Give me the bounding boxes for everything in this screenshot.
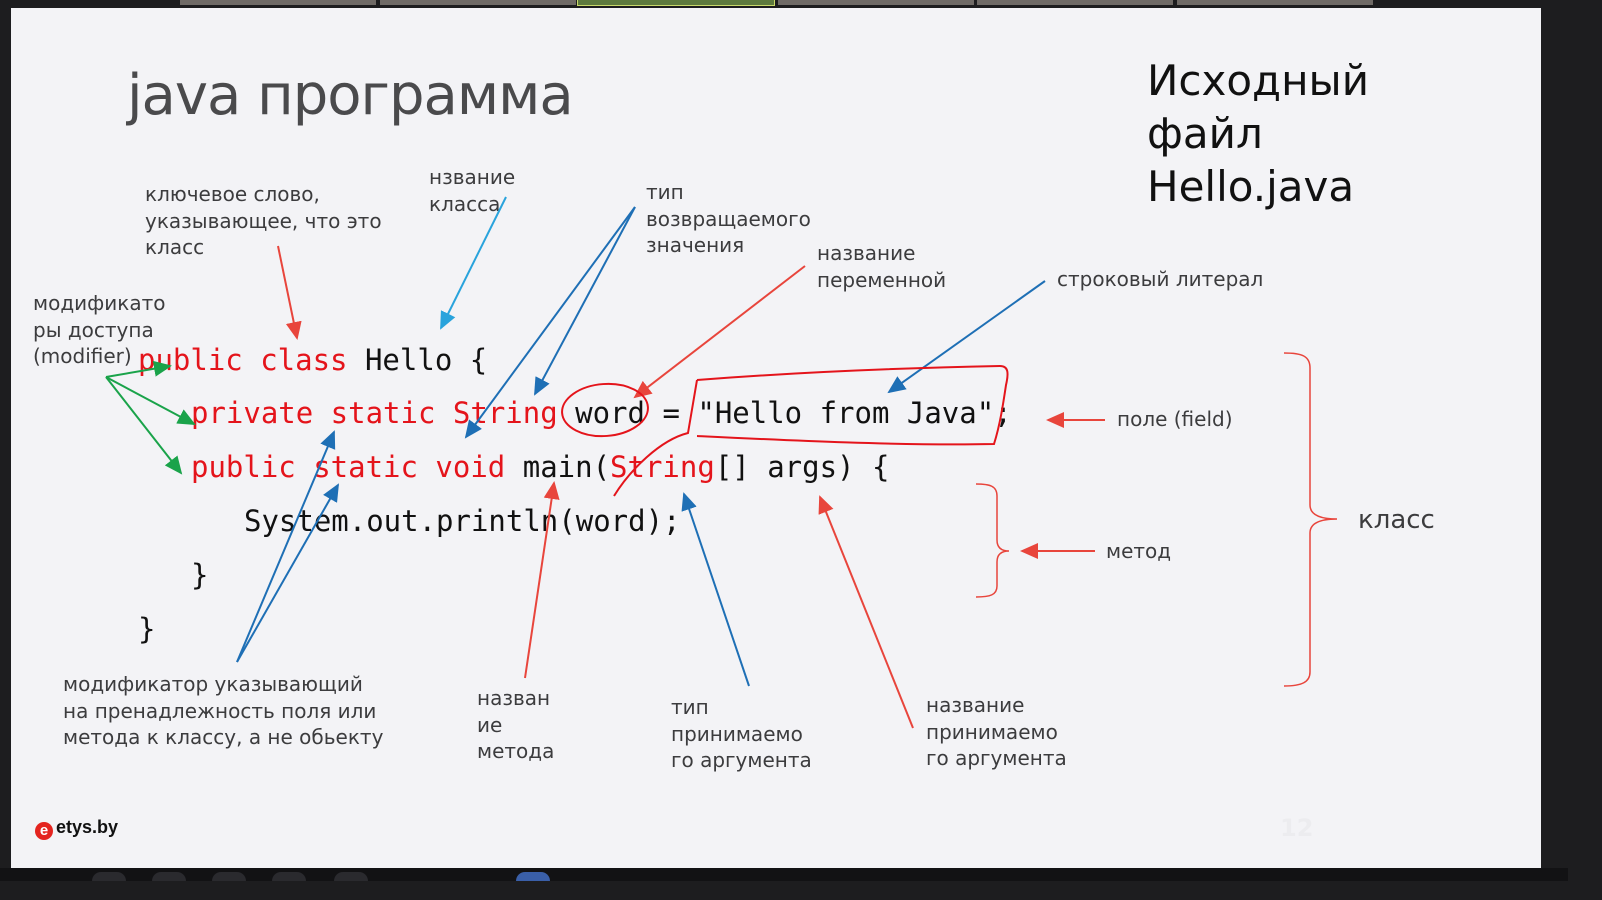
arrow-class-keyword bbox=[277, 245, 302, 340]
arrow-arg-name bbox=[818, 495, 914, 729]
circle-word-highlight bbox=[561, 382, 649, 438]
logo-text: etys.by bbox=[56, 817, 119, 837]
method-brace bbox=[975, 483, 1010, 598]
etys-logo: e etys.by bbox=[35, 817, 118, 840]
taskbar-icon[interactable] bbox=[152, 872, 186, 881]
arrow-return-type-string bbox=[534, 206, 636, 396]
page-number: 12 bbox=[1280, 814, 1314, 842]
taskbar-icon[interactable] bbox=[212, 872, 246, 881]
arrow-class-name bbox=[440, 196, 507, 330]
class-brace bbox=[1283, 352, 1338, 687]
arrow-arg-type bbox=[681, 492, 750, 687]
taskbar-icon-active[interactable] bbox=[516, 872, 550, 881]
string-literal-highlight bbox=[696, 364, 1009, 446]
arrow-modifier-public-method bbox=[105, 376, 183, 475]
arrow-return-type-void bbox=[464, 206, 636, 439]
string-literal-highlight-tail bbox=[613, 379, 698, 497]
taskbar-icon[interactable] bbox=[334, 872, 368, 881]
arrow-string-literal bbox=[887, 280, 1046, 394]
taskbar-icon[interactable] bbox=[272, 872, 306, 881]
arrow-static-method bbox=[236, 483, 339, 663]
annotation-arrows bbox=[105, 196, 1338, 729]
arrow-method-name bbox=[524, 481, 560, 679]
arrow-static-field bbox=[236, 430, 336, 663]
arrow-modifier-private bbox=[105, 376, 196, 425]
logo-mark: e bbox=[35, 822, 53, 840]
taskbar-icon[interactable] bbox=[92, 872, 126, 881]
arrow-modifier-public-class bbox=[105, 360, 172, 378]
